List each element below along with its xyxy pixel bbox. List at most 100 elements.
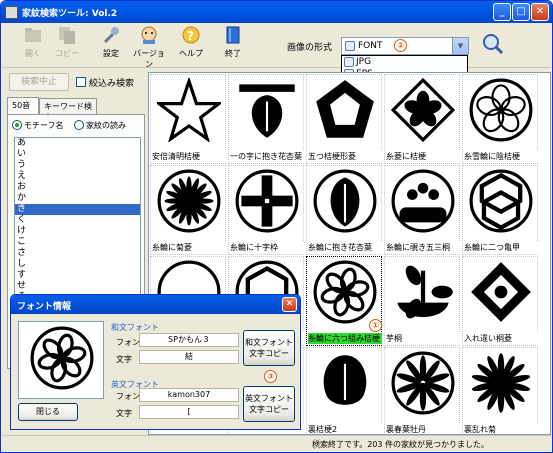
kamon-result-cell[interactable]: 糸輪に菊菱 bbox=[150, 165, 226, 255]
wa-font-header: 和文フォント bbox=[111, 323, 159, 332]
kamon-result-cell[interactable]: 糸雪輪に陰桔梗 bbox=[462, 74, 538, 164]
file-icon bbox=[345, 41, 355, 51]
format-option[interactable]: JPG bbox=[342, 56, 467, 68]
wrench-icon bbox=[103, 27, 119, 44]
toolbar-book-button[interactable]: 終了 bbox=[216, 25, 250, 65]
kana-item[interactable]: お bbox=[15, 182, 140, 193]
kamon-image bbox=[239, 84, 295, 138]
kamon-result-cell[interactable]: 裏春葉牡丹 bbox=[384, 347, 460, 434]
copy-icon bbox=[59, 27, 75, 44]
kamon-name: 安倍清明桔梗 bbox=[152, 151, 226, 162]
kamon-image bbox=[471, 353, 531, 413]
toolbar-label: バージョン bbox=[133, 49, 165, 69]
kana-item[interactable]: う bbox=[15, 160, 140, 171]
svg-text:?: ? bbox=[187, 29, 194, 43]
en-font-copy-button[interactable]: 英文フォント 文字コピー bbox=[243, 386, 295, 422]
wa-font-name-value: SPかもん３ bbox=[139, 333, 239, 347]
radio-motif[interactable] bbox=[12, 120, 22, 130]
wa-char-label: 文字 bbox=[116, 355, 132, 364]
kamon-result-cell[interactable]: 糸輪に十字枠 bbox=[228, 165, 304, 255]
toolbar-copy-button[interactable]: コピー bbox=[50, 25, 84, 65]
kamon-image bbox=[313, 169, 377, 233]
chevron-down-icon[interactable]: ▼ bbox=[452, 38, 468, 54]
window-title: 家紋検索ツール: Vol.2 bbox=[22, 8, 118, 19]
kana-item[interactable]: き bbox=[15, 204, 140, 215]
kana-item[interactable]: あ bbox=[15, 138, 140, 149]
kana-item[interactable]: い bbox=[15, 149, 140, 160]
annotation-badge-2: ② bbox=[394, 39, 407, 52]
kana-item[interactable]: け bbox=[15, 226, 140, 237]
maximize-button[interactable]: □ bbox=[512, 3, 530, 21]
kana-item[interactable]: さ bbox=[15, 248, 140, 259]
title-bar: 家紋検索ツール: Vol.2 _ □ ✕ bbox=[1, 1, 552, 23]
wa-char-value: 結 bbox=[139, 350, 239, 364]
wa-font-copy-button[interactable]: 和文フォント 文字コピー bbox=[243, 330, 295, 366]
close-button[interactable]: ✕ bbox=[531, 3, 549, 21]
resize-grip-icon[interactable] bbox=[312, 439, 322, 449]
kamon-name: 芋桐 bbox=[386, 333, 460, 344]
magnifier-icon[interactable] bbox=[482, 33, 504, 55]
kana-item[interactable]: か bbox=[15, 193, 140, 204]
minimize-button[interactable]: _ bbox=[493, 3, 511, 21]
file-icon bbox=[344, 57, 354, 67]
kamon-result-cell[interactable]: 芋桐 bbox=[384, 256, 460, 346]
kamon-result-cell[interactable]: 糸輪に六つ組み桔梗 ① bbox=[306, 256, 382, 346]
kamon-result-cell[interactable]: 裏乱れ菊 bbox=[462, 347, 538, 434]
kamon-result-cell[interactable]: 入れ違い桐菱 bbox=[462, 256, 538, 346]
kana-item[interactable]: こ bbox=[15, 237, 140, 248]
kamon-name: 糸輪に菊菱 bbox=[152, 242, 226, 253]
kamon-result-cell[interactable]: 五つ桔梗形菱 bbox=[306, 74, 382, 164]
kamon-result-cell[interactable]: 糸輪に抱き花杏葉 bbox=[306, 165, 382, 255]
kamon-image bbox=[469, 169, 533, 233]
kamon-name: 糸輪に抱き花杏葉 bbox=[308, 242, 382, 253]
toolbar-character-button[interactable]: バージョン bbox=[132, 25, 166, 69]
stop-search-button[interactable]: 検索中止 bbox=[9, 73, 69, 91]
kana-item[interactable]: す bbox=[15, 270, 140, 281]
kamon-result-cell[interactable]: 一の字に抱き花杏葉 bbox=[228, 74, 304, 164]
help-icon: ? bbox=[182, 26, 200, 44]
toolbar-open-button[interactable]: 開く bbox=[16, 25, 50, 65]
kamon-image bbox=[391, 351, 455, 415]
format-label: 画像の形式 bbox=[287, 43, 333, 53]
toolbar-help-button[interactable]: ? ヘルプ bbox=[174, 25, 208, 65]
kamon-result-cell[interactable]: 糸菱に桔梗 bbox=[384, 74, 460, 164]
kamon-result-cell[interactable]: 裏桔梗2 bbox=[306, 347, 382, 434]
kamon-result-cell[interactable]: 糸輪に覗き五三桐 bbox=[384, 165, 460, 255]
font-info-close-button[interactable]: ✕ bbox=[282, 297, 297, 312]
kamon-image bbox=[469, 78, 533, 142]
main-window: 家紋検索ツール: Vol.2 _ □ ✕ 開く コピー 設定 バージョン? ヘルプ 終了 … bbox=[0, 0, 553, 453]
toolbar-label: 開く bbox=[25, 49, 41, 58]
kamon-image bbox=[235, 169, 299, 233]
kamon-image bbox=[157, 169, 221, 233]
app-icon bbox=[5, 5, 18, 19]
book-icon bbox=[226, 26, 240, 44]
kamon-result-cell[interactable]: 安倍清明桔梗 bbox=[150, 74, 226, 164]
kamon-image bbox=[316, 80, 374, 138]
kamon-name: 糸菱に桔梗 bbox=[386, 151, 460, 162]
narrow-search-checkbox[interactable] bbox=[76, 77, 86, 87]
kana-item[interactable]: せ bbox=[15, 281, 140, 292]
toolbar-label: 設定 bbox=[103, 49, 119, 58]
en-char-value: [ bbox=[139, 405, 239, 419]
kana-item[interactable]: し bbox=[15, 259, 140, 270]
annotation-badge-1: ① bbox=[369, 319, 382, 332]
toolbar-label: 終了 bbox=[225, 49, 241, 58]
en-char-label: 文字 bbox=[116, 409, 132, 418]
tab-50on[interactable]: 50音 bbox=[7, 97, 39, 114]
kana-item[interactable]: え bbox=[15, 171, 140, 182]
format-option-label: JPG bbox=[356, 57, 372, 67]
kamon-name: 糸輪に六つ組み桔梗 bbox=[308, 333, 382, 344]
kamon-name: 糸雪輪に陰桔梗 bbox=[464, 151, 538, 162]
radio-reading[interactable] bbox=[74, 120, 84, 130]
kamon-image bbox=[397, 265, 453, 319]
toolbar-wrench-button[interactable]: 設定 bbox=[94, 25, 128, 65]
font-info-window: フォント情報 ✕ 閉じる 和文フォント フォント名 SPかもん３ 文字 結 和文… bbox=[10, 294, 301, 430]
en-font-name-value: kamon307 bbox=[139, 388, 239, 402]
kana-item[interactable]: く bbox=[15, 215, 140, 226]
kamon-image bbox=[391, 78, 455, 142]
tab-keyword[interactable]: キーワード検索 bbox=[39, 98, 97, 122]
character-icon bbox=[141, 26, 157, 44]
kamon-name: 入れ違い桐菱 bbox=[464, 333, 538, 344]
close-font-window-button[interactable]: 閉じる bbox=[18, 403, 78, 421]
kamon-result-cell[interactable]: 糸輪に二つ亀甲 bbox=[462, 165, 538, 255]
